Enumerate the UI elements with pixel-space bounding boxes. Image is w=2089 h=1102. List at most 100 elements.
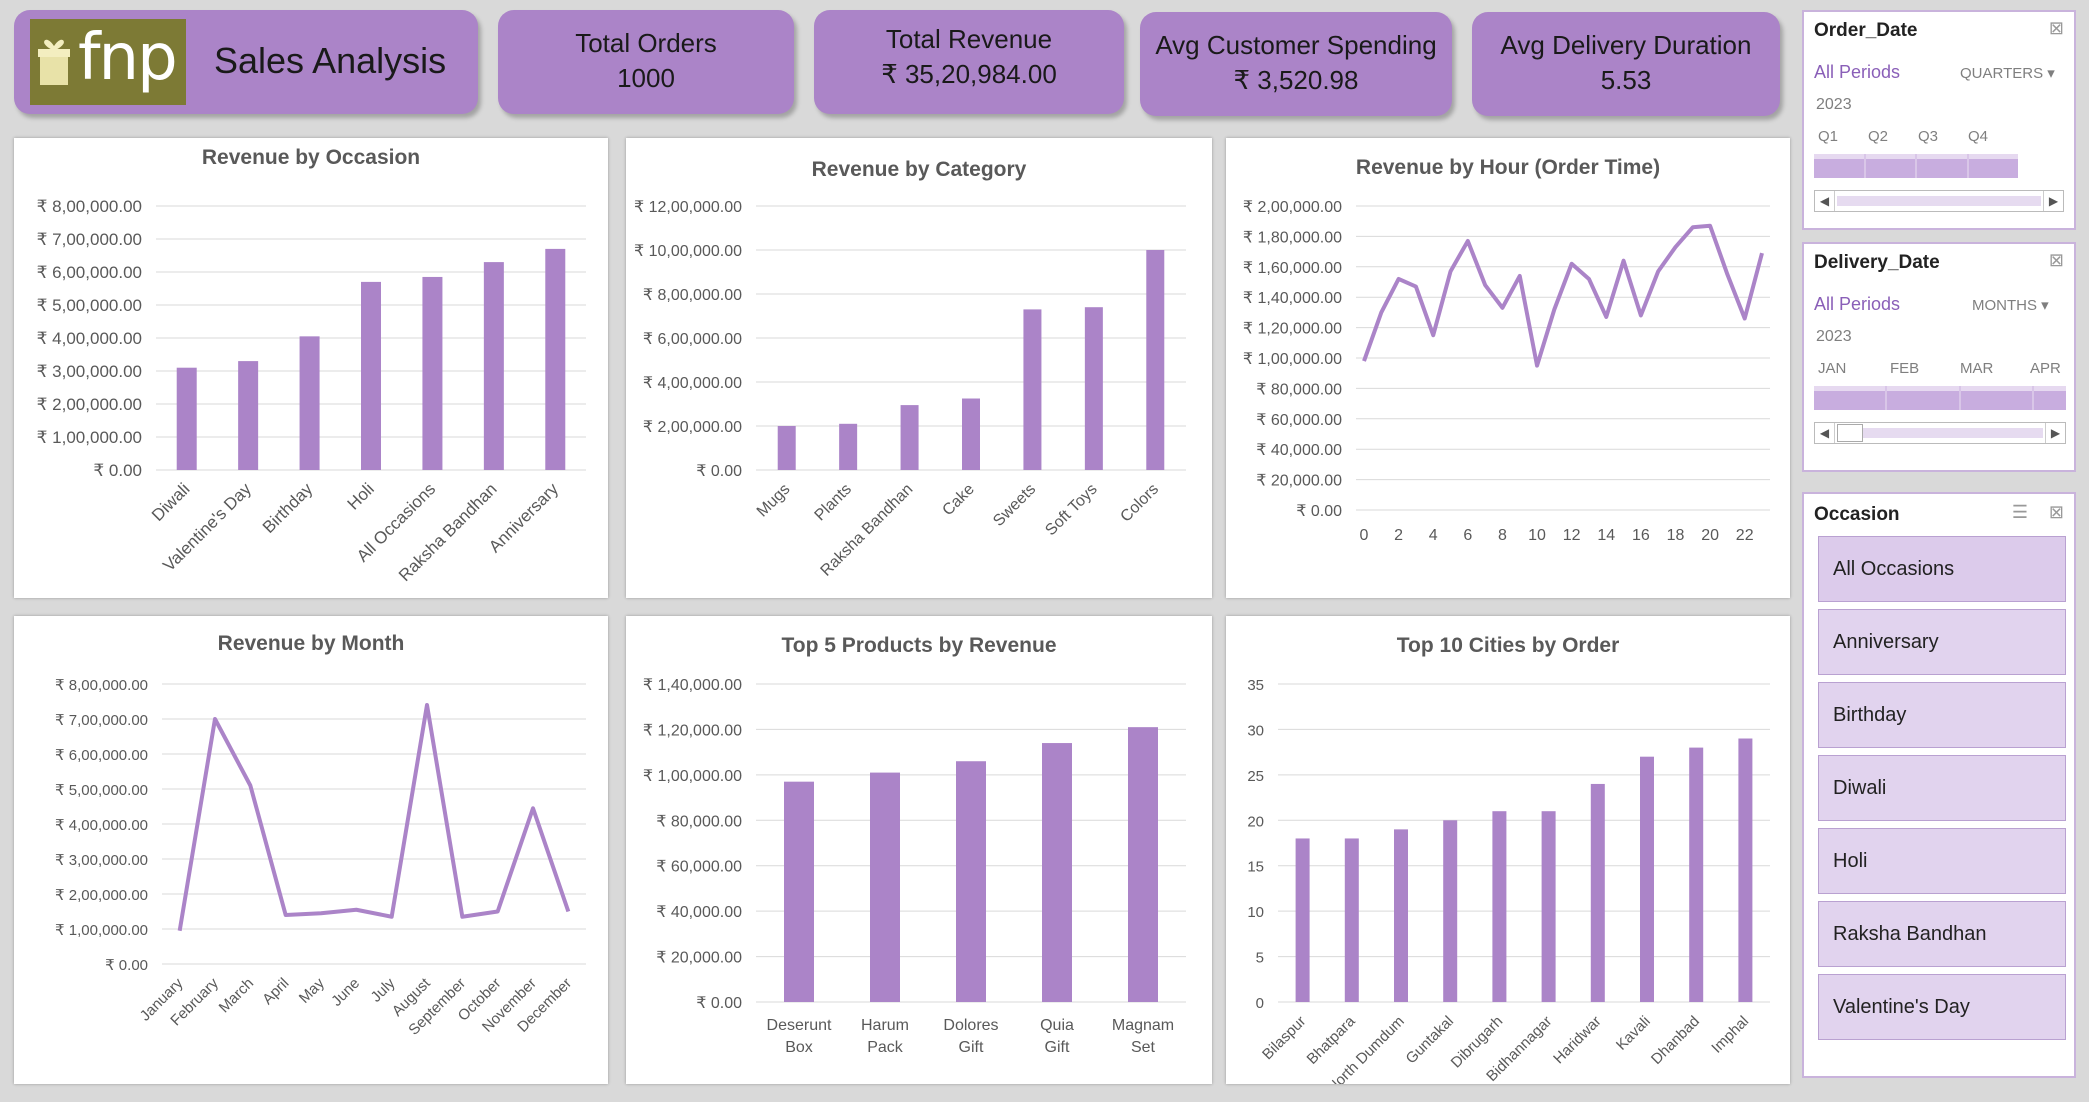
series-line — [177, 703, 571, 932]
dashboard-title: Sales Analysis — [214, 40, 447, 81]
y-tick-label: ₹ 0.00 — [696, 463, 742, 480]
y-tick-label: ₹ 12,00,000.00 — [634, 199, 742, 216]
occasion-slicer[interactable]: Occasion ☰ ⊠ All Occasions Anniversary B… — [1802, 492, 2076, 1078]
y-tick-label: ₹ 40,000.00 — [1256, 442, 1342, 459]
all-periods-link[interactable]: All Periods — [1814, 294, 1900, 315]
x-tick-label: 14 — [1597, 527, 1615, 544]
y-tick-label: 10 — [1247, 904, 1264, 921]
occasion-item[interactable]: Valentine's Day — [1818, 974, 2066, 1040]
bar — [483, 262, 504, 470]
x-tick-label: Deserunt Box — [767, 1017, 832, 1056]
x-tick-label: April — [259, 975, 292, 1008]
multi-select-icon[interactable]: ☰ — [2012, 502, 2028, 523]
occasion-item[interactable]: Raksha Bandhan — [1818, 901, 2066, 967]
x-tick-label: May — [296, 974, 328, 1006]
x-tick-label: 22 — [1736, 527, 1754, 544]
scroll-thumb[interactable] — [1837, 424, 1863, 442]
delivery-date-timeline-slicer[interactable]: Delivery_Date ⊠ All Periods MONTHS ▾ 202… — [1802, 242, 2076, 472]
all-periods-link[interactable]: All Periods — [1814, 62, 1900, 83]
series-line — [1362, 223, 1764, 368]
timeline-tick: Q4 — [1968, 128, 1989, 145]
y-tick-label: ₹ 5,00,000.00 — [37, 296, 142, 315]
kpi-value: 1000 — [617, 63, 675, 93]
occasion-item[interactable]: Birthday — [1818, 682, 2066, 748]
y-tick-label: ₹ 4,00,000.00 — [643, 375, 742, 392]
bar — [777, 426, 796, 470]
bar — [1146, 250, 1165, 470]
occasion-item[interactable]: Holi — [1818, 828, 2066, 894]
occasion-item[interactable]: Anniversary — [1818, 609, 2066, 675]
y-tick-label: ₹ 8,00,000.00 — [37, 197, 142, 216]
timeline-selection-bar[interactable] — [1814, 154, 2018, 178]
x-tick-label: 16 — [1632, 527, 1650, 544]
timeline-tick: Q2 — [1868, 128, 1889, 145]
kpi-total-revenue: Total Revenue ₹ 35,20,984.00 — [814, 10, 1124, 114]
y-tick-label: ₹ 6,00,000.00 — [643, 331, 742, 348]
x-tick-label: Cake — [939, 481, 978, 520]
clear-filter-icon[interactable]: ⊠ — [2049, 502, 2064, 523]
y-tick-label: 25 — [1247, 768, 1264, 785]
order-date-timeline-slicer[interactable]: Order_Date ⊠ All Periods QUARTERS ▾ 2023… — [1802, 10, 2076, 230]
x-tick-label: 0 — [1360, 527, 1369, 544]
slicer-title: Order_Date — [1814, 20, 1918, 41]
y-tick-label: ₹ 40,000.00 — [656, 904, 742, 921]
time-level-label: MONTHS — [1972, 297, 2037, 314]
scroll-right-icon[interactable]: ▶ — [2045, 423, 2065, 443]
y-tick-label: ₹ 1,60,000.00 — [1243, 260, 1342, 277]
y-tick-label: ₹ 8,00,000.00 — [643, 287, 742, 304]
x-tick-label: 12 — [1563, 527, 1581, 544]
bar — [1023, 309, 1042, 470]
chart-svg: 05101520253035BilaspurBhatparaNorth Dumd… — [1247, 677, 1770, 1084]
x-tick-label: Dolores Gift — [943, 1017, 998, 1056]
y-tick-label: ₹ 0.00 — [1296, 503, 1342, 520]
chart-svg: ₹ 0.00 ₹ 1,00,000.00 ₹ 2,00,000.00 ₹ 3,00,0… — [55, 677, 586, 1039]
occasion-item[interactable]: All Occasions — [1818, 536, 2066, 602]
clear-filter-icon[interactable]: ⊠ — [2049, 250, 2064, 271]
bar — [1084, 307, 1103, 470]
timeline-year: 2023 — [1816, 328, 1852, 345]
time-level-dropdown[interactable]: QUARTERS ▾ — [1960, 64, 2055, 82]
y-tick-label: 5 — [1256, 950, 1264, 967]
x-tick-label: Soft Toys — [1042, 481, 1100, 539]
slicer-title: Delivery_Date — [1814, 252, 1940, 273]
x-tick-label: Plants — [812, 481, 855, 524]
x-tick-label: Bilaspur — [1259, 1013, 1309, 1063]
y-tick-label: ₹ 0.00 — [105, 957, 148, 974]
chart-title: Revenue by Category — [811, 158, 1027, 181]
x-tick-label: Holi — [344, 479, 378, 513]
x-tick-label: Dhanbad — [1648, 1013, 1703, 1068]
bar — [784, 781, 814, 1002]
bar — [1492, 811, 1507, 1002]
timeline-selection-bar[interactable] — [1814, 386, 2066, 410]
y-tick-label: 35 — [1247, 677, 1264, 694]
clear-filter-icon[interactable]: ⊠ — [2049, 18, 2064, 39]
chevron-down-icon: ▾ — [2041, 297, 2049, 314]
timeline-tick: MAR — [1960, 360, 1994, 377]
scroll-left-icon[interactable]: ◀ — [1815, 191, 1835, 211]
y-tick-label: ₹ 20,000.00 — [656, 950, 742, 967]
y-tick-label: ₹ 1,00,000.00 — [643, 768, 742, 785]
y-tick-label: ₹ 2,00,000.00 — [37, 395, 142, 414]
y-tick-label: ₹ 80,000.00 — [1256, 381, 1342, 398]
scroll-left-icon[interactable]: ◀ — [1815, 423, 1835, 443]
y-tick-label: 15 — [1247, 859, 1264, 876]
y-tick-label: 20 — [1247, 813, 1264, 830]
y-tick-label: 0 — [1256, 995, 1264, 1012]
bar — [1689, 747, 1704, 1002]
bar — [839, 423, 858, 470]
timeline-scrollbar[interactable]: ◀ ▶ — [1814, 422, 2066, 444]
y-tick-label: ₹ 60,000.00 — [1256, 412, 1342, 429]
bar — [1042, 743, 1072, 1002]
bar — [962, 398, 980, 470]
y-tick-label: ₹ 1,00,000.00 — [1243, 351, 1342, 368]
timeline-scrollbar[interactable]: ◀ ▶ — [1814, 190, 2064, 212]
logo-text: fnp — [78, 21, 178, 95]
y-tick-label: ₹ 20,000.00 — [1256, 473, 1342, 490]
bar — [1640, 756, 1654, 1002]
occasion-item[interactable]: Diwali — [1818, 755, 2066, 821]
kpi-label: Total Revenue — [885, 24, 1053, 54]
kpi-label: Avg Delivery Duration — [1500, 30, 1752, 60]
x-tick-label: Quia Gift — [1040, 1017, 1074, 1056]
scroll-right-icon[interactable]: ▶ — [2043, 191, 2063, 211]
time-level-dropdown[interactable]: MONTHS ▾ — [1972, 296, 2049, 314]
